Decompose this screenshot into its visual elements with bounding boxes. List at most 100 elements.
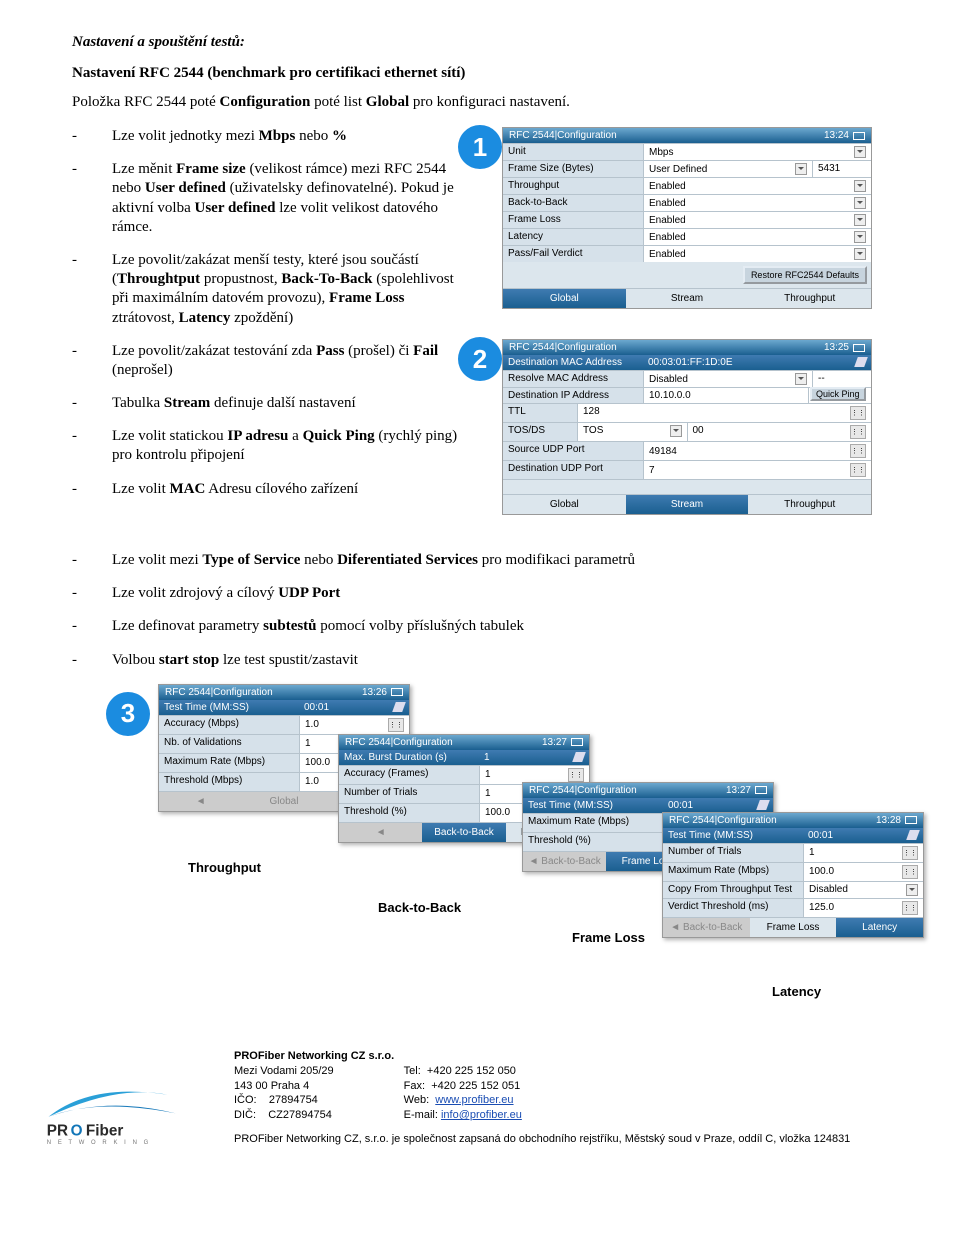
label: Test Time (MM:SS) (663, 828, 803, 843)
bullet-item: Lze volit zdrojový a cílový UDP Port (72, 584, 888, 603)
value: Enabled (649, 215, 686, 226)
tab-global[interactable]: Global (503, 495, 626, 514)
svg-text:N E T W O R K I N G: N E T W O R K I N G (47, 1140, 151, 1144)
stepper-icon[interactable]: ⋮⋮ (902, 846, 918, 860)
dest-mac-row[interactable]: Destination MAC Address 00:03:01:FF:1D:0E (503, 355, 871, 370)
stepper-icon[interactable]: ⋮⋮ (850, 463, 866, 477)
stepper-icon[interactable]: ⋮⋮ (850, 425, 866, 439)
value: CZ27894754 (268, 1109, 332, 1121)
battery-icon (853, 132, 865, 140)
clock: 13:27 (726, 785, 751, 796)
chevron-down-icon[interactable] (854, 180, 866, 192)
tab-latency[interactable]: Latency (836, 918, 923, 937)
value: 1.0 (305, 719, 319, 730)
label: Frame Size (Bytes) (503, 161, 644, 177)
label: Latency (503, 229, 644, 245)
badge-2: 2 (458, 337, 502, 381)
bullet-item: Lze povolit/zakázat testování zda Pass (… (72, 342, 462, 380)
chevron-down-icon[interactable] (795, 163, 807, 175)
label: Destination UDP Port (503, 461, 644, 479)
footer-mail-link[interactable]: info@profiber.eu (441, 1109, 522, 1121)
chevron-down-icon[interactable] (854, 197, 866, 209)
extra-cell: -- (812, 371, 871, 387)
edit-icon[interactable] (756, 800, 770, 810)
badge-3: 3 (106, 692, 150, 736)
tab-back-to-back[interactable]: ◄ Back-to-Back (523, 852, 606, 871)
tab-stream[interactable]: Stream (626, 289, 749, 308)
value: 00:01 (304, 702, 329, 713)
label: Nb. of Validations (159, 735, 300, 753)
value: 1.0 (305, 776, 319, 787)
stepper-icon[interactable]: ⋮⋮ (902, 865, 918, 879)
edit-icon[interactable] (392, 702, 406, 712)
header-row[interactable]: Test Time (MM:SS)00:01 (663, 828, 923, 843)
label: Source UDP Port (503, 442, 644, 460)
label: Tel: (404, 1065, 421, 1077)
tab-back-to-back[interactable]: Back-to-Back (422, 823, 505, 842)
value: 100.0 (809, 866, 834, 877)
label: Verdict Threshold (ms) (663, 899, 804, 917)
value: 00:01 (668, 800, 693, 811)
header-row[interactable]: Test Time (MM:SS)00:01 (159, 700, 409, 715)
chevron-down-icon[interactable] (854, 146, 866, 158)
label: Accuracy (Frames) (339, 766, 480, 784)
chevron-down-icon[interactable] (854, 214, 866, 226)
label: DIČ: (234, 1109, 256, 1121)
screenshot-1-global: 1 RFC 2544|Configuration13:24 UnitMbpsFr… (472, 127, 888, 309)
tab-scroll-left[interactable]: ◄ (159, 792, 242, 811)
footer-company: PROFiber Networking CZ s.r.o. (234, 1050, 920, 1062)
tab-throughput[interactable]: Throughput (748, 289, 871, 308)
label: E-mail: (404, 1109, 438, 1121)
text: Configuration (220, 94, 311, 110)
value: +420 225 152 050 (427, 1065, 516, 1077)
tab-back-to-back[interactable]: ◄ Back-to-Back (663, 918, 750, 937)
edit-icon[interactable] (854, 357, 868, 367)
page-footer: PR O Fiber N E T W O R K I N G PROFiber … (0, 1050, 960, 1169)
window-titlebar: RFC 2544|Configuration13:27 (523, 783, 773, 798)
value: 100.0 (485, 807, 510, 818)
tab-global[interactable]: Global (503, 289, 626, 308)
value: 1 (484, 752, 490, 763)
header-row[interactable]: Max. Burst Duration (s)1 (339, 750, 589, 765)
stepper-icon[interactable]: ⋮⋮ (568, 768, 584, 782)
edit-icon[interactable] (572, 752, 586, 762)
label: Destination MAC Address (503, 355, 643, 370)
chevron-down-icon[interactable] (906, 884, 918, 896)
chevron-down-icon[interactable] (795, 373, 807, 385)
chevron-down-icon[interactable] (854, 231, 866, 243)
bullet-item: Volbou start stop lze test spustit/zasta… (72, 651, 888, 670)
stepper-icon[interactable]: ⋮⋮ (850, 444, 866, 458)
chevron-down-icon[interactable] (854, 248, 866, 260)
window-title: RFC 2544|Configuration (345, 737, 453, 748)
value: +420 225 152 051 (431, 1080, 520, 1092)
edit-icon[interactable] (906, 830, 920, 840)
stepper-icon[interactable]: ⋮⋮ (902, 901, 918, 915)
quick-ping-button[interactable]: Quick Ping (810, 387, 866, 401)
cascade-label-throughput: Throughput (188, 860, 261, 875)
page-heading: Nastavení a spouštění testů: (72, 34, 888, 51)
window-title: RFC 2544|Configuration (669, 815, 777, 826)
header-row[interactable]: Test Time (MM:SS)00:01 (523, 798, 773, 813)
chevron-down-icon[interactable] (670, 425, 682, 437)
restore-defaults-button[interactable]: Restore RFC2544 Defaults (743, 266, 867, 284)
intro-text: Položka RFC 2544 poté Configuration poté… (72, 94, 888, 111)
footer-legal-note: PROFiber Networking CZ, s.r.o. je společ… (234, 1133, 920, 1145)
tab-stream[interactable]: Stream (626, 495, 749, 514)
bullet-item: Lze volit MAC Adresu cílového zařízení (72, 480, 462, 499)
value: Mbps (649, 147, 673, 158)
tab-frame-loss[interactable]: Frame Loss (750, 918, 837, 937)
value: 1 (305, 738, 311, 749)
stepper-icon[interactable]: ⋮⋮ (850, 406, 866, 420)
value: 00:03:01:FF:1D:0E (648, 357, 733, 368)
tab-scroll-left[interactable]: ◄ (339, 823, 422, 842)
label: Threshold (%) (523, 833, 664, 851)
bullet-item: Lze povolit/zakázat menší testy, které j… (72, 251, 462, 328)
svg-text:PR: PR (47, 1122, 68, 1139)
footer-web-link[interactable]: www.profiber.eu (435, 1094, 513, 1106)
tab-throughput[interactable]: Throughput (748, 495, 871, 514)
tab-global[interactable]: Global (242, 792, 325, 811)
label: Number of Trials (339, 785, 480, 803)
stepper-icon[interactable]: ⋮⋮ (388, 718, 404, 732)
battery-icon (755, 786, 767, 794)
secondary-value: 5431 (812, 161, 871, 177)
